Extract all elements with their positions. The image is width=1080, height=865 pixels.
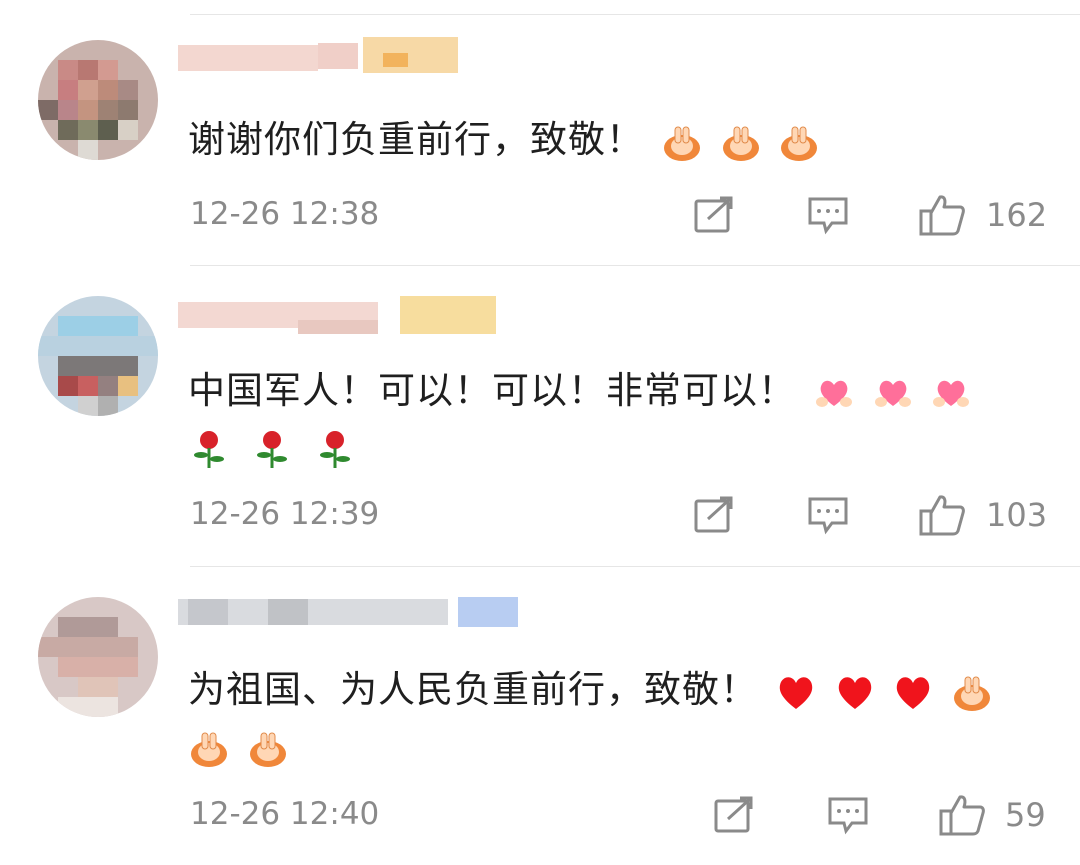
thumbs-up-icon [919,195,965,236]
repost-icon [714,796,753,833]
comment-text: 为祖国、为人民负重前行，致敬！ [188,662,1068,774]
like-count: 59 [1005,796,1046,834]
rose-icon [256,430,287,468]
comment-item: 中国军人！可以！可以！非常可以！ 12-26 12:39 103 [0,266,1080,566]
clap-hands-icon [781,126,818,161]
comment-item: 谢谢你们负重前行，致敬！ 12-26 12:38 162 [0,0,1080,265]
timestamp: 12-26 12:39 [190,496,380,532]
emoji-group [188,724,289,767]
emoji-group [644,118,820,161]
red-heart-icon [779,676,812,709]
like-button[interactable] [938,793,986,837]
reply-button[interactable] [806,495,850,535]
avatar[interactable] [38,40,158,160]
repost-icon [694,196,733,233]
timestamp: 12-26 12:38 [190,196,380,232]
clap-hands-icon [954,676,991,711]
username-blurred[interactable] [178,35,518,95]
comment-icon [828,797,868,835]
like-button[interactable] [918,493,966,537]
reply-button[interactable] [826,795,870,835]
like-button[interactable] [918,193,966,237]
emoji-group [796,369,972,412]
heart-hands-icon [815,380,852,407]
reply-button[interactable] [806,195,850,235]
repost-button[interactable] [692,195,736,235]
thumbs-up-icon [919,495,965,536]
emoji-group [188,425,356,468]
heart-hands-icon [933,380,970,407]
clap-hands-icon [722,126,759,161]
timestamp: 12-26 12:40 [190,796,380,832]
red-heart-icon [897,676,930,709]
comment-item: 为祖国、为人民负重前行，致敬！ 12-26 12:40 59 [0,567,1080,865]
clap-hands-icon [191,732,227,767]
like-count: 162 [986,196,1048,234]
comment-text: 谢谢你们负重前行，致敬！ [188,112,1068,168]
avatar[interactable] [38,597,158,717]
clap-hands-icon [249,732,286,767]
emoji-group [758,668,993,711]
clap-hands-icon [663,126,700,161]
username-blurred[interactable] [178,294,518,354]
rose-icon [319,430,350,468]
comment-text: 中国军人！可以！可以！非常可以！ [188,363,1068,475]
avatar[interactable] [38,296,158,416]
repost-button[interactable] [692,495,736,535]
comment-icon [808,497,848,535]
username-blurred[interactable] [178,589,518,649]
comment-icon [808,197,848,235]
repost-icon [694,496,733,533]
red-heart-icon [838,676,871,709]
heart-hands-icon [874,380,911,407]
thumbs-up-icon [939,795,985,836]
repost-button[interactable] [712,795,756,835]
like-count: 103 [986,496,1048,534]
rose-icon [194,430,224,468]
